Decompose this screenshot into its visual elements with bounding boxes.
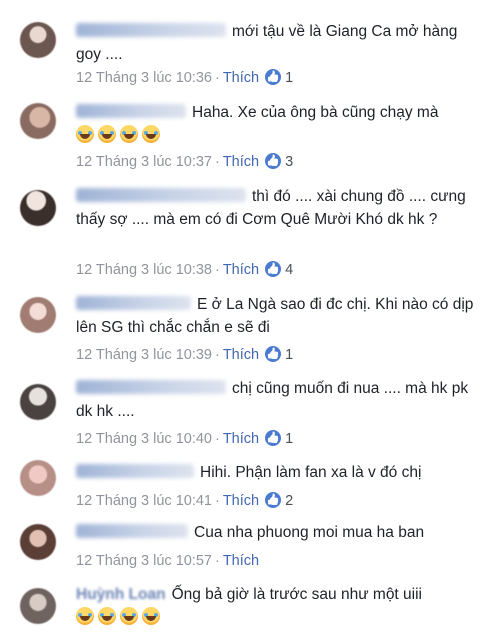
commenter-name[interactable] bbox=[76, 380, 226, 394]
like-link[interactable]: Thích bbox=[223, 493, 259, 509]
laughing-emoji-icon bbox=[76, 125, 94, 143]
like-icon bbox=[265, 261, 282, 277]
laughing-emoji-icon bbox=[98, 607, 116, 625]
comment-meta: 12 Tháng 3 lúc 10:36·Thích1 bbox=[76, 69, 293, 87]
comment-body: Haha. Xe của ông bà cũng chạy mà bbox=[76, 101, 486, 147]
commenter-name[interactable] bbox=[76, 104, 186, 118]
like-icon bbox=[265, 430, 282, 446]
laughing-emoji-icon bbox=[98, 125, 116, 143]
comment-body: chị cũng muốn đi nua .... mà hk pk dk hk… bbox=[76, 377, 486, 423]
avatar[interactable] bbox=[20, 297, 56, 333]
avatar[interactable] bbox=[20, 190, 56, 226]
comment-timestamp[interactable]: 12 Tháng 3 lúc 10:37 bbox=[76, 154, 212, 170]
like-count[interactable]: 4 bbox=[285, 262, 293, 278]
like-link[interactable]: Thích bbox=[223, 431, 259, 447]
commenter-name[interactable] bbox=[76, 524, 188, 538]
comment-text: Cua nha phuong moi mua ha ban bbox=[194, 524, 425, 541]
commenter-name[interactable] bbox=[76, 464, 194, 478]
laughing-emoji-icon bbox=[120, 607, 138, 625]
avatar[interactable] bbox=[20, 103, 56, 139]
comment-timestamp[interactable]: 12 Tháng 3 lúc 10:38 bbox=[76, 262, 212, 278]
like-count[interactable]: 1 bbox=[285, 70, 293, 86]
comment-meta: 12 Tháng 3 lúc 10:41·Thích2 bbox=[76, 492, 293, 510]
like-icon bbox=[265, 153, 282, 169]
commenter-name[interactable] bbox=[76, 296, 191, 310]
like-link[interactable]: Thích bbox=[223, 154, 259, 170]
like-icon bbox=[265, 346, 282, 362]
avatar[interactable] bbox=[20, 22, 56, 58]
laughing-emoji-icon bbox=[142, 607, 160, 625]
like-count[interactable]: 3 bbox=[285, 154, 293, 170]
comment-meta: 12 Tháng 3 lúc 10:57 · Thích bbox=[76, 553, 260, 569]
like-icon bbox=[265, 69, 282, 85]
commenter-name[interactable] bbox=[76, 23, 226, 37]
like-link[interactable]: Thích bbox=[223, 70, 259, 86]
like-link[interactable]: Thích bbox=[223, 262, 259, 278]
comment-body: E ở La Ngà sao đi đc chị. Khi nào có dịp… bbox=[76, 293, 486, 339]
comment-timestamp[interactable]: 12 Tháng 3 lúc 10:36 bbox=[76, 70, 212, 86]
laughing-emoji-icon bbox=[120, 125, 138, 143]
comment-meta: 12 Tháng 3 lúc 10:38·Thích4 bbox=[76, 261, 293, 279]
comment-meta: 12 Tháng 3 lúc 10:39·Thích1 bbox=[76, 346, 293, 364]
comment-body: mới tậu về là Giang Ca mở hàng goy .... bbox=[76, 20, 486, 66]
comment-body: Cua nha phuong moi mua ha ban bbox=[76, 521, 486, 544]
avatar[interactable] bbox=[20, 524, 56, 560]
avatar[interactable] bbox=[20, 384, 56, 420]
like-link[interactable]: Thích bbox=[223, 347, 259, 363]
comment-text: Hihi. Phận làm fan xa là v đó chị bbox=[200, 464, 422, 481]
laughing-emoji-icon bbox=[76, 607, 94, 625]
avatar[interactable] bbox=[20, 460, 56, 496]
like-count[interactable]: 2 bbox=[285, 493, 293, 509]
comment-text: Ống bả giờ là trước sau như một uiii bbox=[171, 586, 422, 603]
like-icon bbox=[265, 492, 282, 508]
like-count[interactable]: 1 bbox=[285, 347, 293, 363]
comment-body: Hihi. Phận làm fan xa là v đó chị bbox=[76, 461, 486, 484]
like-link[interactable]: Thích bbox=[223, 553, 259, 569]
comment-timestamp[interactable]: 12 Tháng 3 lúc 10:41 bbox=[76, 493, 212, 509]
comment-meta: 12 Tháng 3 lúc 10:40·Thích1 bbox=[76, 430, 293, 448]
comment-timestamp[interactable]: 12 Tháng 3 lúc 10:57 bbox=[76, 553, 212, 569]
comment-timestamp[interactable]: 12 Tháng 3 lúc 10:39 bbox=[76, 347, 212, 363]
avatar[interactable] bbox=[20, 588, 56, 624]
commenter-name[interactable] bbox=[76, 188, 246, 202]
comment-text: Haha. Xe của ông bà cũng chạy mà bbox=[192, 104, 439, 121]
comment-body: thì đó .... xài chung đồ .... cưng thấy … bbox=[76, 185, 486, 231]
comment-body: Huỳnh Loan Ống bả giờ là trước sau như mộ… bbox=[76, 583, 486, 629]
comment-meta: 12 Tháng 3 lúc 10:37·Thích3 bbox=[76, 153, 293, 171]
like-count[interactable]: 1 bbox=[285, 431, 293, 447]
comment-timestamp[interactable]: 12 Tháng 3 lúc 10:40 bbox=[76, 431, 212, 447]
laughing-emoji-icon bbox=[142, 125, 160, 143]
commenter-name[interactable]: Huỳnh Loan bbox=[76, 586, 166, 603]
